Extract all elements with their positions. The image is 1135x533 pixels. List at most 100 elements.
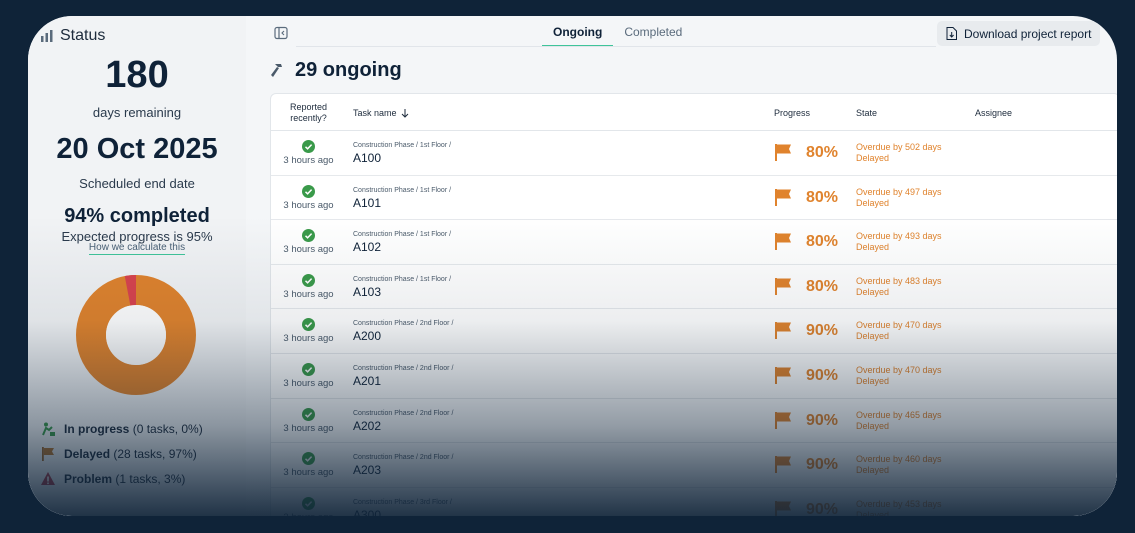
check-circle-icon (302, 407, 315, 421)
tab-ongoing[interactable]: Ongoing (542, 16, 614, 47)
task-path: Construction Phase / 1st Floor / (353, 186, 452, 194)
check-circle-icon (302, 229, 315, 243)
progress-value: 80% (806, 233, 839, 251)
check-circle-icon (302, 273, 315, 287)
reported-time: 3 hours ago (283, 288, 334, 300)
end-date-value: 20 Oct 2025 (56, 133, 218, 165)
state-cell: Overdue by 493 days Delayed (856, 231, 942, 253)
status-header: Status (40, 27, 105, 45)
reported-cell: 3 hours ago (271, 496, 346, 516)
task-code[interactable]: A101 (353, 196, 381, 210)
table-row[interactable]: 3 hours ago Construction Phase / 1st Floo… (271, 265, 1117, 310)
sidebar-toggle-icon[interactable] (274, 26, 288, 40)
overdue-text: Overdue by 483 days (856, 275, 942, 286)
overdue-text: Overdue by 465 days (856, 409, 942, 420)
app-window: Status 180 days remaining 20 Oct 2025 Sc… (28, 16, 1117, 516)
tab-completed[interactable]: Completed (613, 16, 693, 47)
state-cell: Overdue by 483 days Delayed (856, 276, 942, 298)
table-row[interactable]: 3 hours ago Construction Phase / 2nd Floo… (271, 354, 1117, 399)
task-code[interactable]: A202 (353, 419, 381, 433)
progress-value: 90% (806, 322, 839, 340)
task-code[interactable]: A200 (353, 329, 381, 343)
table-row[interactable]: 3 hours ago Construction Phase / 2nd Floo… (271, 399, 1117, 444)
table-row[interactable]: 3 hours ago Construction Phase / 1st Floo… (271, 220, 1117, 265)
warning-icon (41, 471, 55, 485)
task-path: Construction Phase / 1st Floor / (353, 231, 452, 239)
state-text: Delayed (856, 153, 890, 163)
sort-down-icon (401, 108, 408, 118)
task-path: Construction Phase / 1st Floor / (353, 142, 452, 149)
column-progress[interactable]: Progress (774, 94, 810, 131)
overdue-text: Overdue by 493 days (856, 231, 942, 242)
flag-icon (775, 411, 791, 429)
flag-icon (775, 456, 791, 474)
reported-cell: 3 hours ago (271, 229, 346, 255)
overdue-text: Overdue by 470 days (856, 364, 942, 375)
progress-value: 80% (806, 277, 839, 295)
reported-cell: 3 hours ago (271, 140, 346, 166)
legend-label: Delayed (64, 446, 111, 461)
task-code[interactable]: A203 (353, 463, 381, 477)
check-circle-icon (302, 318, 315, 332)
reported-time: 3 hours ago (271, 512, 346, 516)
tabs: Ongoing Completed (542, 16, 693, 47)
legend-label: Problem (64, 471, 113, 486)
state-text: Delayed (856, 375, 890, 386)
state-cell: Overdue by 502 days Delayed (856, 142, 942, 164)
check-circle-icon (302, 452, 315, 466)
column-assignee[interactable]: Assignee (975, 94, 1012, 131)
page-heading: 29 ongoing (268, 59, 402, 82)
table-body: 3 hours ago Construction Phase / 1st Floo… (271, 131, 1117, 516)
state-text: Delayed (856, 286, 890, 297)
column-reported-recently[interactable]: Reported recently? (271, 94, 346, 131)
ongoing-count-title: 29 ongoing (295, 59, 402, 81)
state-cell: Overdue by 470 days Delayed (856, 320, 942, 342)
task-path: Construction Phase / 2nd Floor / (353, 320, 454, 328)
legend-detail: (28 tasks, 97%) (113, 446, 197, 461)
task-code[interactable]: A102 (353, 240, 381, 254)
state-cell: Overdue by 470 days Delayed (856, 365, 942, 387)
donut-hole (106, 305, 166, 365)
state-text: Delayed (856, 465, 890, 476)
state-text: Delayed (856, 420, 890, 431)
state-text: Delayed (856, 242, 890, 253)
flag-icon (775, 322, 791, 340)
flag-icon (775, 188, 791, 206)
table-row[interactable]: 3 hours ago Construction Phase / 3rd Floo… (271, 488, 1117, 516)
table-row[interactable]: 3 hours ago Construction Phase / 2nd Floo… (271, 443, 1117, 488)
task-code[interactable]: A300 (353, 508, 381, 516)
task-code[interactable]: A100 (353, 151, 381, 165)
reported-time: 3 hours ago (283, 244, 334, 256)
download-report-button[interactable]: Download project report (937, 21, 1101, 46)
status-legend: In progress (0 tasks, 0%) Delayed (28 ta… (40, 416, 203, 491)
task-path: Construction Phase / 2nd Floor / (353, 409, 454, 417)
state-cell: Overdue by 465 days Delayed (856, 410, 942, 432)
table-row[interactable]: 3 hours ago Construction Phase / 1st Floo… (271, 131, 1117, 176)
legend-detail: (1 tasks, 3%) (115, 471, 186, 486)
table-row[interactable]: 3 hours ago Construction Phase / 2nd Floo… (271, 309, 1117, 354)
task-path: Construction Phase / 2nd Floor / (353, 364, 454, 372)
task-code[interactable]: A201 (353, 374, 381, 388)
reported-time: 3 hours ago (283, 333, 334, 345)
progress-value: 90% (806, 366, 839, 384)
status-sidebar: Status 180 days remaining 20 Oct 2025 Sc… (28, 16, 246, 516)
download-report-label: Download project report (964, 26, 1092, 41)
table-row[interactable]: 3 hours ago Construction Phase / 1st Floo… (271, 176, 1117, 221)
column-state[interactable]: State (856, 94, 877, 131)
legend-delayed: Delayed (28 tasks, 97%) (40, 441, 203, 466)
reported-time: 3 hours ago (283, 467, 334, 479)
reported-cell: 3 hours ago (271, 318, 346, 344)
reported-time: 3 hours ago (283, 199, 334, 211)
percent-completed: 94% completed (64, 205, 210, 227)
legend-detail: (0 tasks, 0%) (132, 421, 203, 436)
overdue-text: Overdue by 460 days (856, 454, 942, 465)
task-path: Construction Phase / 3rd Floor / (353, 498, 452, 506)
table-header: Reported recently? Task name Progress St… (271, 94, 1117, 131)
state-cell: Overdue by 497 days Delayed (856, 187, 942, 209)
how-we-calculate-link[interactable]: How we calculate this (88, 242, 186, 255)
overdue-text: Overdue by 502 days (856, 142, 942, 152)
flag-icon (775, 500, 791, 516)
column-task-name[interactable]: Task name (353, 94, 409, 131)
progress-value: 90% (806, 411, 839, 429)
task-code[interactable]: A103 (353, 285, 381, 299)
